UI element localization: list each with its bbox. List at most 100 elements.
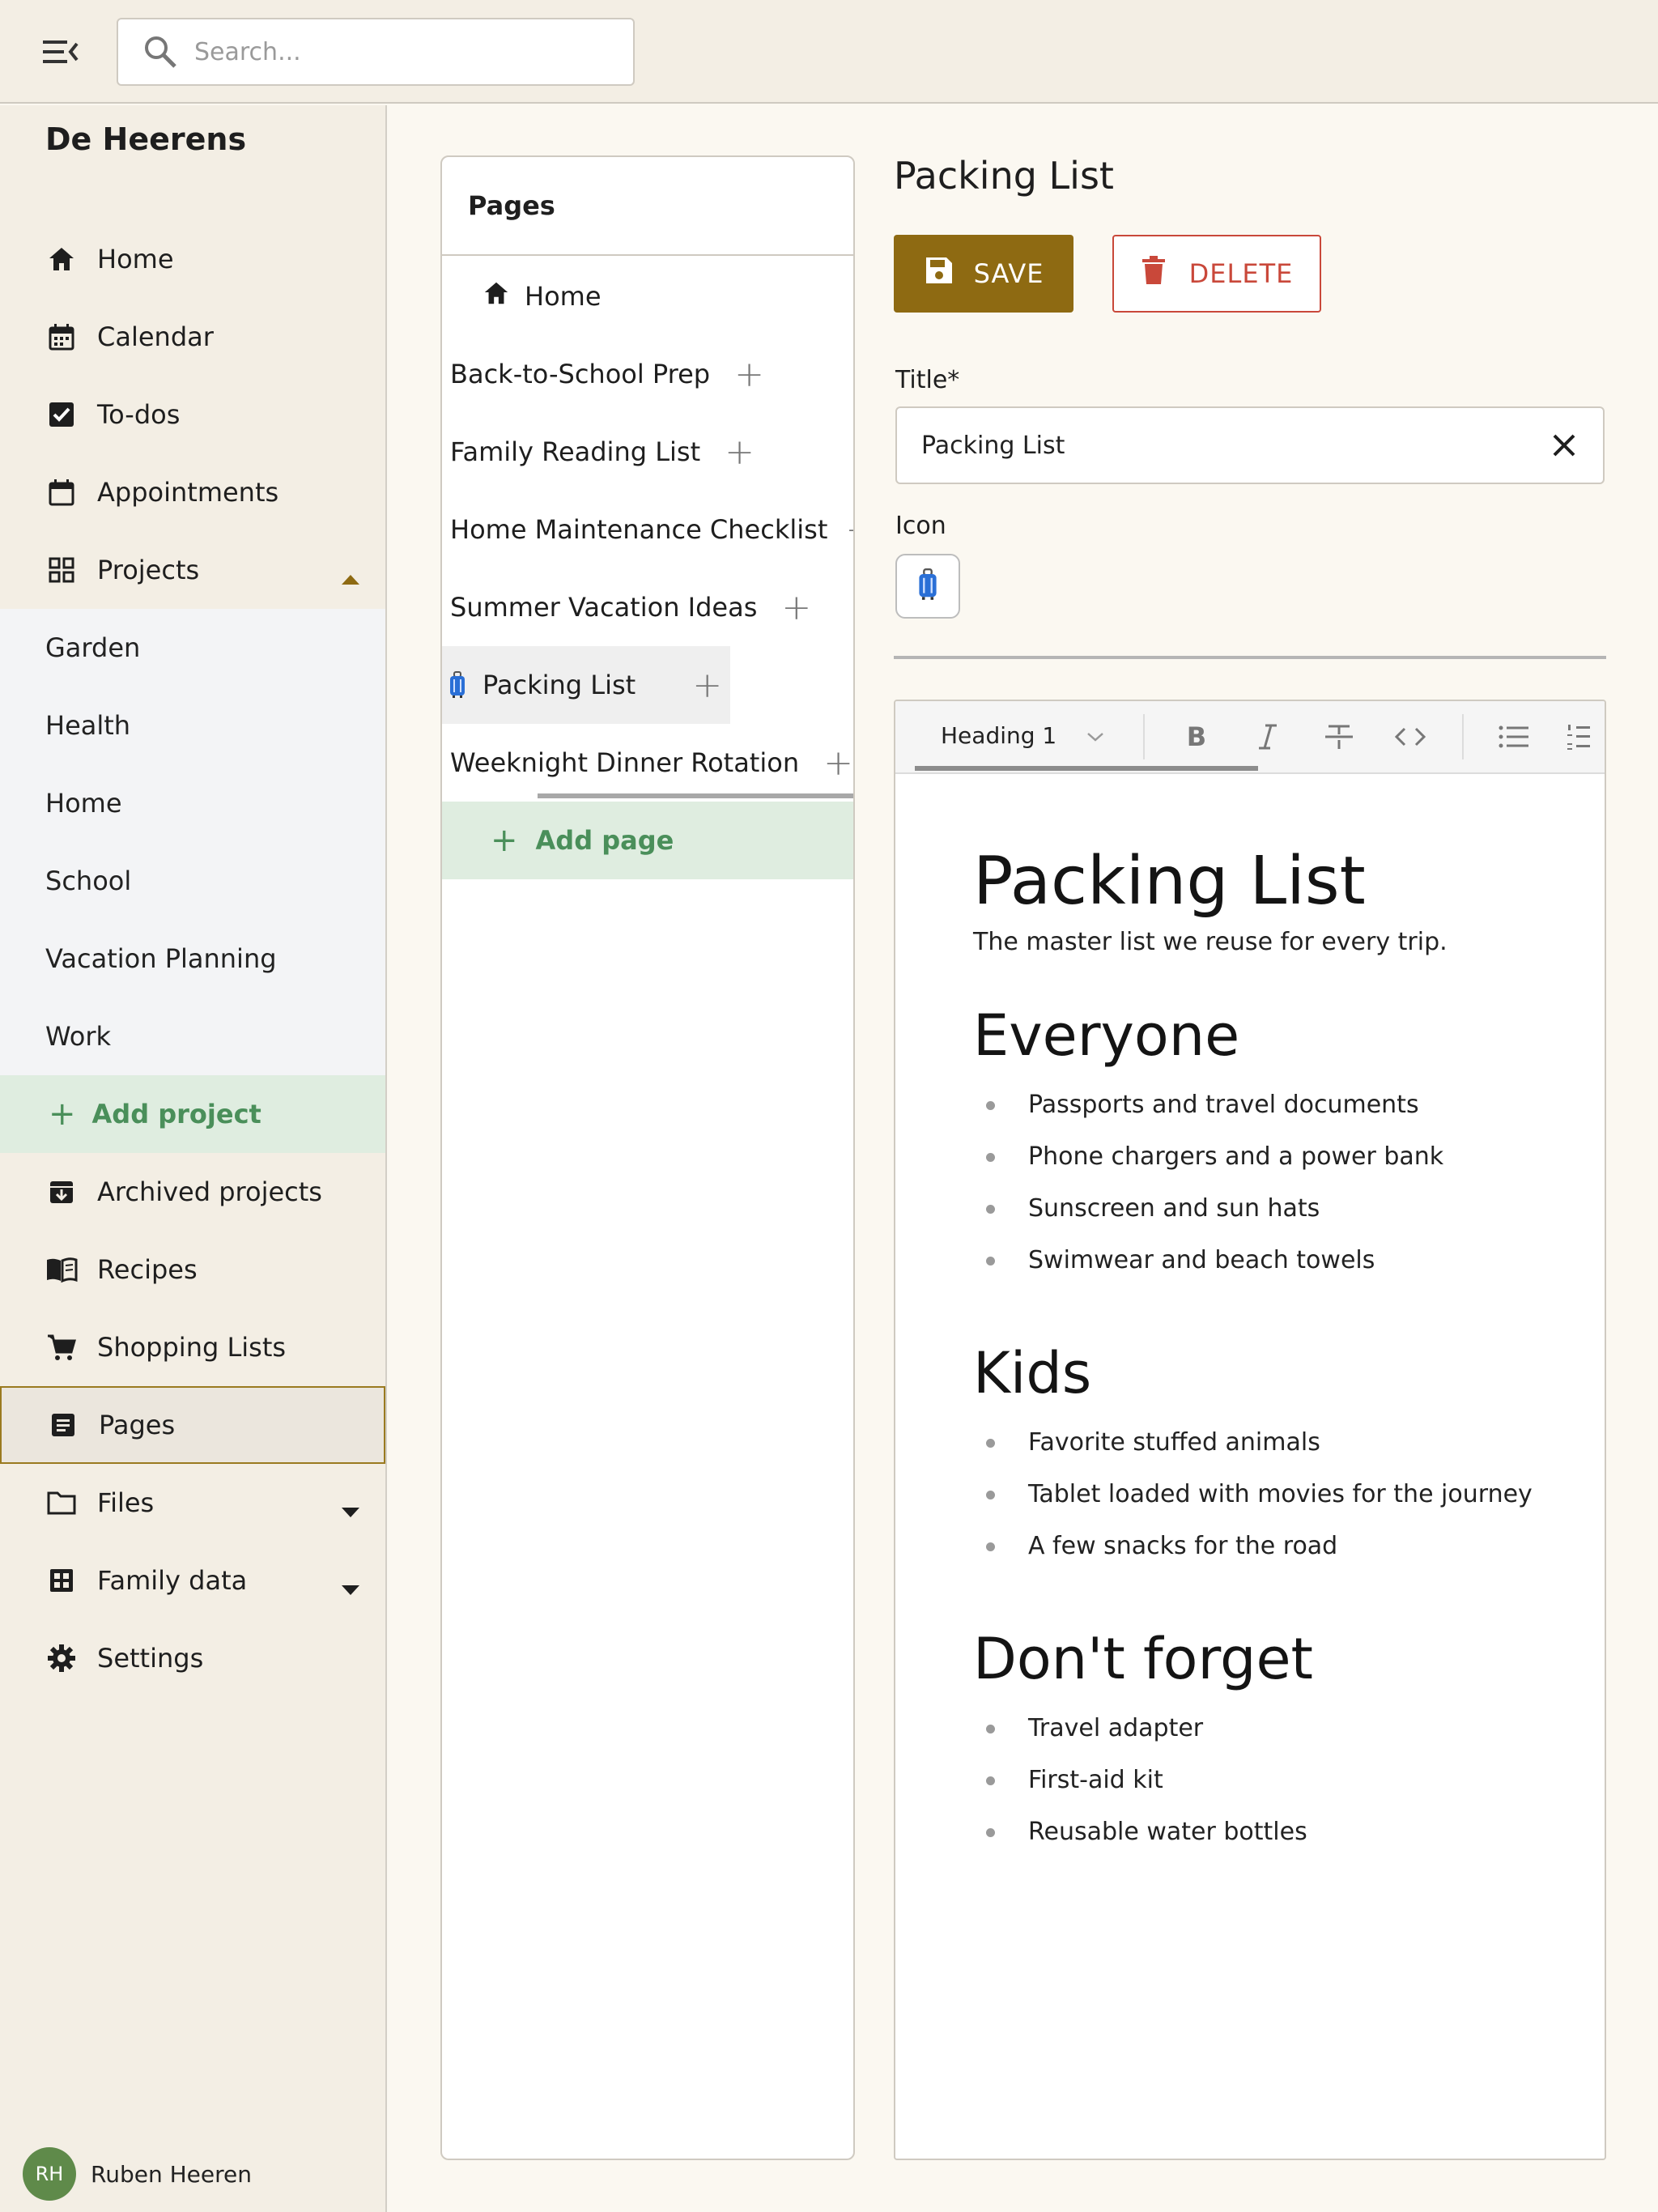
- add-subpage-icon[interactable]: +: [692, 665, 722, 706]
- page-item-label: Weeknight Dinner Rotation: [450, 747, 800, 778]
- block-type-value: Heading 1: [941, 722, 1057, 749]
- add-subpage-icon[interactable]: +: [781, 587, 811, 628]
- sidebar-item-family-data[interactable]: Family data: [0, 1542, 385, 1619]
- caret-down-icon[interactable]: [340, 1495, 361, 1525]
- sidebar-item-label: Files: [97, 1487, 155, 1518]
- rich-text-editor[interactable]: Heading 1 B Packing List The master list…: [894, 700, 1606, 2160]
- project-item[interactable]: Work: [0, 998, 385, 1075]
- editor-toolbar: Heading 1 B: [895, 701, 1605, 774]
- icon-picker-button[interactable]: [895, 554, 960, 619]
- delete-label: DELETE: [1188, 258, 1294, 289]
- home-icon: [483, 279, 510, 313]
- folder-icon: [45, 1487, 78, 1519]
- bullet-list: Favorite stuffed animals Tablet loaded w…: [973, 1416, 1588, 1572]
- list-item: Passports and travel documents: [973, 1078, 1588, 1130]
- page-item-selected[interactable]: Packing List +: [442, 646, 730, 724]
- section-heading: Don't forget: [973, 1626, 1313, 1693]
- page-item-label: Home: [525, 281, 602, 312]
- title-field-label: Title*: [895, 366, 960, 394]
- page-title: Packing List: [894, 154, 1114, 198]
- bullet-list: Passports and travel documents Phone cha…: [973, 1078, 1588, 1286]
- page-item-label: Home Maintenance Checklist: [450, 514, 828, 545]
- save-icon: [924, 255, 954, 292]
- project-item[interactable]: Home: [0, 764, 385, 842]
- add-page-label: Add page: [535, 825, 674, 856]
- pages-panel-header: Pages: [442, 157, 853, 256]
- close-icon[interactable]: [1548, 429, 1580, 465]
- project-item[interactable]: Health: [0, 687, 385, 764]
- title-field[interactable]: [895, 406, 1605, 484]
- section-heading: Kids: [973, 1340, 1092, 1407]
- event-icon: [45, 476, 78, 508]
- icon-field-label: Icon: [895, 512, 946, 540]
- search-box[interactable]: [117, 18, 635, 86]
- page-item-label: Family Reading List: [450, 436, 701, 467]
- toolbar-focus-underline: [915, 766, 1258, 771]
- add-page-button[interactable]: + Add page: [442, 802, 853, 879]
- list-item: Favorite stuffed animals: [973, 1416, 1588, 1468]
- project-item[interactable]: Garden: [0, 609, 385, 687]
- user-name: Ruben Heeren: [91, 2160, 252, 2188]
- delete-button[interactable]: DELETE: [1112, 235, 1321, 313]
- sidebar-item-calendar[interactable]: Calendar: [0, 298, 385, 376]
- caret-up-icon[interactable]: [340, 562, 361, 593]
- list-item: A few snacks for the road: [973, 1520, 1588, 1572]
- sidebar-item-settings[interactable]: Settings: [0, 1619, 385, 1697]
- numbered-list-icon[interactable]: [1561, 719, 1596, 755]
- page-item[interactable]: Back-to-School Prep +: [450, 335, 764, 413]
- project-item[interactable]: Vacation Planning: [0, 920, 385, 998]
- table-icon: [45, 1564, 78, 1597]
- page-item[interactable]: Weeknight Dinner Rotation +: [450, 724, 853, 802]
- list-item: Sunscreen and sun hats: [973, 1182, 1588, 1234]
- document-intro: The master list we reuse for every trip.: [973, 928, 1448, 957]
- book-icon: [45, 1253, 78, 1286]
- sidebar-item-appointments[interactable]: Appointments: [0, 453, 385, 531]
- luggage-icon: [449, 671, 466, 699]
- plus-icon: +: [491, 822, 518, 859]
- cart-icon: [45, 1331, 78, 1363]
- page-item-home[interactable]: Home: [483, 257, 602, 335]
- bullet-list-icon[interactable]: [1496, 719, 1532, 755]
- title-input[interactable]: [921, 431, 1537, 460]
- bold-icon[interactable]: B: [1179, 719, 1214, 755]
- code-icon[interactable]: [1392, 719, 1428, 755]
- plus-icon: +: [49, 1095, 76, 1133]
- add-subpage-icon[interactable]: +: [823, 742, 853, 784]
- editor-content[interactable]: Packing List The master list we reuse fo…: [973, 846, 1588, 1857]
- sidebar-item-archived-projects[interactable]: Archived projects: [0, 1153, 385, 1231]
- user-profile[interactable]: RH Ruben Heeren: [23, 2147, 252, 2201]
- save-button[interactable]: SAVE: [894, 235, 1073, 313]
- italic-icon[interactable]: [1250, 719, 1286, 755]
- add-subpage-icon[interactable]: +: [725, 432, 755, 473]
- bullet-list: Travel adapter First-aid kit Reusable wa…: [973, 1702, 1588, 1857]
- project-item[interactable]: School: [0, 842, 385, 920]
- page-item[interactable]: Home Maintenance Checklist +: [450, 491, 853, 568]
- block-type-select[interactable]: Heading 1: [941, 722, 1105, 749]
- sidebar-item-recipes[interactable]: Recipes: [0, 1231, 385, 1308]
- grid-icon: [45, 554, 78, 586]
- caret-down-icon[interactable]: [340, 1572, 361, 1603]
- sidebar-item-projects[interactable]: Projects: [0, 531, 385, 609]
- sidebar-item-pages[interactable]: Pages: [0, 1386, 385, 1464]
- sidebar-item-files[interactable]: Files: [0, 1464, 385, 1542]
- sidebar-item-label: Projects: [97, 555, 200, 585]
- page-item[interactable]: Summer Vacation Ideas +: [450, 568, 811, 646]
- document-icon: [47, 1409, 79, 1441]
- home-icon: [45, 243, 78, 275]
- list-item: Tablet loaded with movies for the journe…: [973, 1468, 1588, 1520]
- list-item: Phone chargers and a power bank: [973, 1130, 1588, 1182]
- add-subpage-icon[interactable]: +: [734, 354, 764, 395]
- brand-title: De Heerens: [45, 121, 247, 157]
- list-item: Swimwear and beach towels: [973, 1234, 1588, 1286]
- search-input[interactable]: [194, 37, 615, 66]
- menu-collapse-icon[interactable]: [36, 31, 86, 73]
- page-item[interactable]: Family Reading List +: [450, 413, 755, 491]
- add-project-button[interactable]: + Add project: [0, 1075, 385, 1153]
- page-item-label: Back-to-School Prep: [450, 359, 711, 389]
- sidebar-item-home[interactable]: Home: [0, 220, 385, 298]
- sidebar-item-todos[interactable]: To-dos: [0, 376, 385, 453]
- sidebar-item-shopping-lists[interactable]: Shopping Lists: [0, 1308, 385, 1386]
- add-subpage-icon[interactable]: +: [845, 509, 853, 551]
- calendar-icon: [45, 321, 78, 353]
- strikethrough-icon[interactable]: [1321, 719, 1357, 755]
